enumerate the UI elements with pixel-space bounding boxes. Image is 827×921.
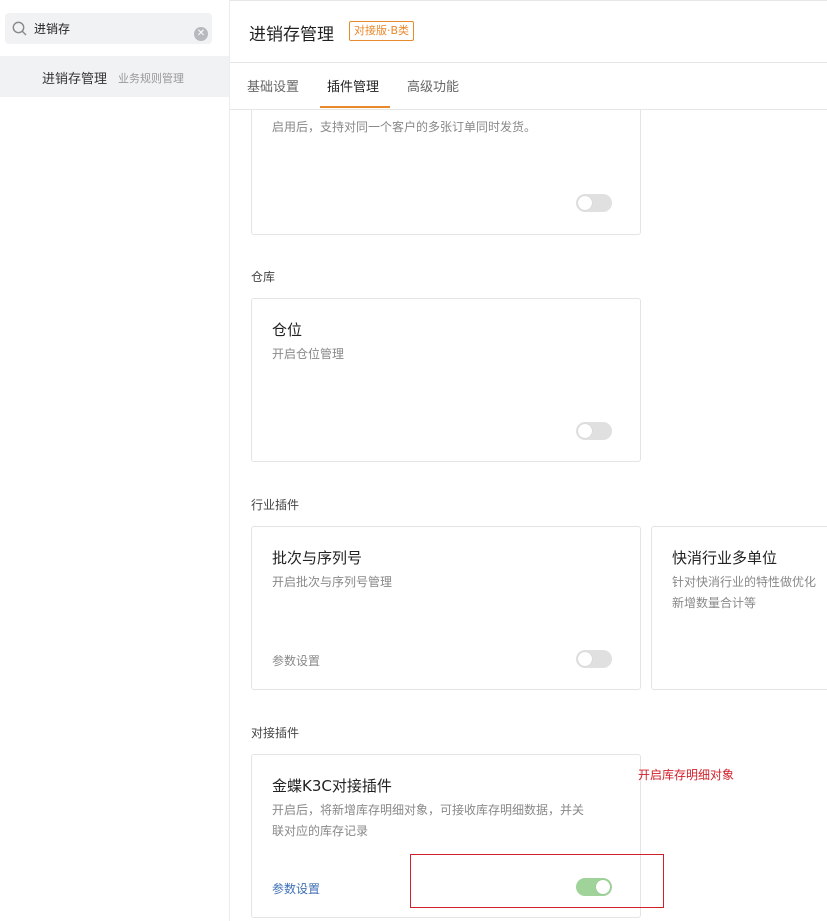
plugin-description: 联对应的库存记录 (272, 824, 369, 838)
plugin-title: 金蝶K3C对接插件 (272, 777, 392, 795)
plugin-description: 启用后，支持对同一个客户的多张订单同时发货。 (272, 120, 537, 134)
active-tab-indicator (320, 106, 390, 108)
plugin-card-location: 仓位 开启仓位管理 (251, 298, 641, 462)
search-input[interactable] (34, 18, 184, 39)
parameter-settings-link[interactable]: 参数设置 (272, 880, 320, 897)
sidebar-item-sublabel: 业务规则管理 (118, 72, 184, 85)
sidebar-item-inventory[interactable]: 进销存管理 业务规则管理 (0, 56, 229, 97)
toggle-knob (578, 196, 592, 210)
annotation-highlight-box (410, 854, 664, 908)
plugin-description: 开启仓位管理 (272, 347, 345, 361)
plugin-toggle[interactable] (576, 194, 612, 212)
plugin-list: 启用后，支持对同一个客户的多张订单同时发货。 仓库 仓位 开启仓位管理 行业插件… (230, 110, 827, 921)
tab-plugin-management[interactable]: 插件管理 (327, 76, 379, 95)
sidebar-item-label: 进销存管理 (42, 72, 108, 87)
toggle-knob (578, 652, 592, 666)
parameter-settings-link[interactable]: 参数设置 (272, 652, 320, 669)
divider (230, 0, 827, 1)
tab-bar: 基础设置 插件管理 高级功能 (230, 62, 827, 110)
plugin-description: 新增数量合计等 (672, 596, 757, 610)
edition-badge: 对接版·B类 (349, 21, 415, 41)
annotation-text: 开启库存明细对象 (638, 768, 735, 782)
plugin-card-multi-order: 启用后，支持对同一个客户的多张订单同时发货。 (251, 110, 641, 235)
plugin-title: 快消行业多单位 (672, 549, 778, 567)
page-header: 进销存管理 对接版·B类 (230, 0, 827, 63)
section-title-warehouse: 仓库 (251, 270, 276, 284)
plugin-card-batch-serial: 批次与序列号 开启批次与序列号管理 参数设置 (251, 526, 641, 690)
plugin-description: 开启后，将新增库存明细对象，可接收库存明细数据，并关 (272, 803, 585, 817)
tab-basic-settings[interactable]: 基础设置 (247, 76, 299, 95)
sidebar: ✕ 进销存管理 业务规则管理 (0, 0, 230, 921)
section-title-integration: 对接插件 (251, 726, 300, 740)
plugin-title: 仓位 (272, 321, 303, 339)
tab-advanced[interactable]: 高级功能 (407, 76, 459, 95)
toggle-knob (578, 424, 592, 438)
page-title: 进销存管理 (249, 25, 334, 45)
section-title-industry: 行业插件 (251, 498, 300, 512)
plugin-card-fmcg-multi-unit: 快消行业多单位 针对快消行业的特性做优化 新增数量合计等 (651, 526, 827, 690)
plugin-toggle[interactable] (576, 422, 612, 440)
search-box[interactable]: ✕ (5, 13, 212, 44)
plugin-toggle[interactable] (576, 650, 612, 668)
plugin-description: 开启批次与序列号管理 (272, 575, 393, 589)
plugin-description: 针对快消行业的特性做优化 (672, 575, 817, 589)
clear-icon[interactable]: ✕ (194, 27, 208, 41)
search-icon (12, 21, 27, 36)
plugin-title: 批次与序列号 (272, 549, 363, 567)
